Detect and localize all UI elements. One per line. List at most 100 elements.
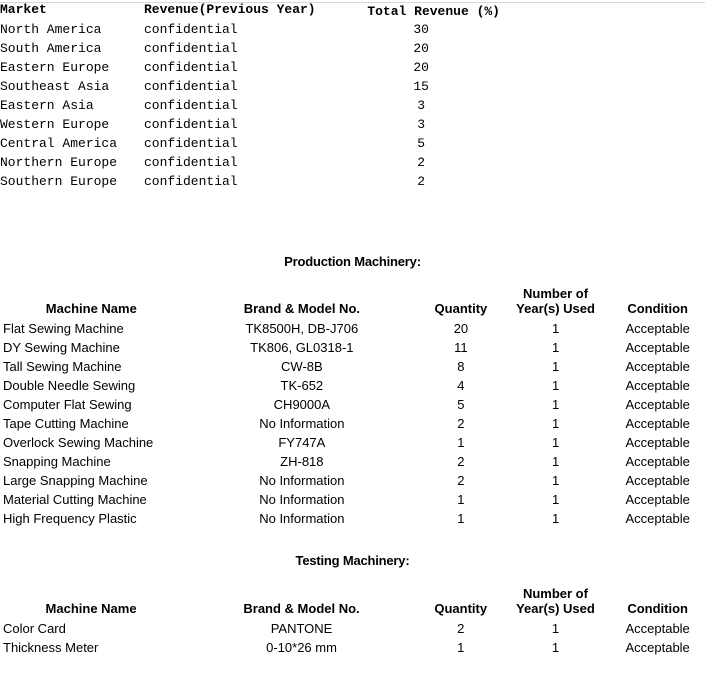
brand-model-cell: No Information <box>259 473 345 488</box>
testing-table-header-row: Machine Name Brand & Model No. Quantity … <box>0 586 705 619</box>
table-row: High Frequency Plastic No Information 1 1 Ac… <box>0 509 705 528</box>
total-revenue-pct-cell: 2 <box>417 155 426 170</box>
production-table-body: Flat Sewing Machine TK8500H, DB-J706 20 1 Ac… <box>0 319 705 528</box>
years-used-header-line1: Number of <box>522 586 588 601</box>
condition-cell: Acceptable <box>625 321 690 336</box>
revenue-previous-year-column-header: Revenue(Previous Year) <box>143 2 316 17</box>
market-name-cell: Eastern Europe <box>0 60 110 75</box>
condition-column-header: Condition <box>627 301 688 316</box>
condition-cell: Acceptable <box>625 454 690 469</box>
condition-cell: Acceptable <box>625 621 690 636</box>
machine-name-cell: Overlock Sewing Machine <box>3 435 154 450</box>
years-used-cell: 1 <box>551 473 560 488</box>
market-column-header: Market <box>0 2 47 17</box>
quantity-cell: 11 <box>454 340 468 355</box>
machine-name-cell: Tall Sewing Machine <box>3 359 122 374</box>
quantity-cell: 2 <box>457 621 465 636</box>
quantity-cell: 1 <box>457 511 465 526</box>
testing-machinery-caption: Testing Machinery: <box>295 553 410 568</box>
document-page: Market Revenue(Previous Year) Total Reve… <box>0 0 705 690</box>
table-row: Central America confidential 5 <box>0 134 500 153</box>
total-revenue-pct-cell: 5 <box>417 136 426 151</box>
market-name-cell: Eastern Asia <box>0 98 94 113</box>
quantity-cell: 1 <box>457 492 465 507</box>
machine-name-column-header: Machine Name <box>45 301 137 316</box>
brand-model-cell: FY747A <box>278 435 326 450</box>
market-name-cell: Western Europe <box>0 117 110 132</box>
table-row: Flat Sewing Machine TK8500H, DB-J706 20 1 Ac… <box>0 319 705 338</box>
total-revenue-pct-cell: 20 <box>413 60 429 75</box>
table-row: Northern Europe confidential 2 <box>0 153 500 172</box>
quantity-cell: 8 <box>457 359 465 374</box>
table-row: South America confidential 20 <box>0 39 500 58</box>
brand-model-cell: No Information <box>259 511 345 526</box>
brand-model-cell: No Information <box>259 416 345 431</box>
machine-name-cell: High Frequency Plastic <box>3 511 137 526</box>
years-used-cell: 1 <box>551 416 560 431</box>
years-used-cell: 1 <box>551 378 560 393</box>
condition-cell: Acceptable <box>625 340 690 355</box>
market-name-cell: Northern Europe <box>0 155 118 170</box>
brand-model-cell: CH9000A <box>273 397 331 412</box>
years-used-cell: 1 <box>551 640 560 655</box>
market-revenue-table: Market Revenue(Previous Year) Total Reve… <box>0 0 500 191</box>
brand-model-column-header: Brand & Model No. <box>243 301 360 316</box>
revenue-previous-year-cell: confidential <box>143 60 238 75</box>
machine-name-cell: Flat Sewing Machine <box>3 321 124 336</box>
machine-name-cell: Tape Cutting Machine <box>3 416 129 431</box>
years-used-cell: 1 <box>551 511 560 526</box>
condition-cell: Acceptable <box>625 492 690 507</box>
brand-model-cell: CW-8B <box>281 359 323 374</box>
revenue-previous-year-cell: confidential <box>143 155 238 170</box>
table-row: Eastern Europe confidential 20 <box>0 58 500 77</box>
quantity-cell: 20 <box>453 321 469 336</box>
quantity-cell: 2 <box>457 416 465 431</box>
table-row: Thickness Meter 0-10*26 mm 1 1 Acceptable <box>0 638 705 657</box>
market-table-header-row: Market Revenue(Previous Year) Total Reve… <box>0 0 500 20</box>
years-used-cell: 1 <box>551 340 560 355</box>
condition-cell: Acceptable <box>625 435 690 450</box>
quantity-cell: 2 <box>457 454 465 469</box>
machine-name-cell: Thickness Meter <box>3 640 99 655</box>
table-row: Southern Europe confidential 2 <box>0 172 500 191</box>
machine-name-column-header: Machine Name <box>45 601 137 616</box>
revenue-previous-year-cell: confidential <box>143 22 238 37</box>
table-row: Material Cutting Machine No Information 1 1… <box>0 490 705 509</box>
condition-cell: Acceptable <box>625 359 690 374</box>
market-name-cell: Central America <box>0 136 118 151</box>
condition-cell: Acceptable <box>625 473 690 488</box>
brand-model-cell: ZH-818 <box>280 454 324 469</box>
years-used-cell: 1 <box>551 492 560 507</box>
years-used-header-line2: Year(s) Used <box>516 601 595 616</box>
table-row: Eastern Asia confidential 3 <box>0 96 500 115</box>
brand-model-column-header: Brand & Model No. <box>243 601 360 616</box>
quantity-cell: 1 <box>457 435 465 450</box>
total-revenue-header-line1: Total <box>367 4 407 19</box>
machine-name-cell: Color Card <box>3 621 66 636</box>
quantity-column-header: Quantity <box>434 601 488 616</box>
quantity-column-header: Quantity <box>434 301 488 316</box>
total-revenue-pct-cell: 30 <box>413 22 429 37</box>
brand-model-cell: TK-652 <box>280 378 324 393</box>
total-revenue-header-line2: Revenue <box>414 4 469 19</box>
quantity-cell: 2 <box>457 473 465 488</box>
total-revenue-pct-cell: 2 <box>417 174 426 189</box>
table-row: Color Card PANTONE 2 1 Acceptable <box>0 619 705 638</box>
table-row: Snapping Machine ZH-818 2 1 Acceptable <box>0 452 705 471</box>
market-table-body: North America confidential 30 South America… <box>0 20 500 191</box>
market-name-cell: Southeast Asia <box>0 79 110 94</box>
production-table-header-row: Machine Name Brand & Model No. Quantity … <box>0 286 705 319</box>
total-revenue-pct-cell: 3 <box>417 98 426 113</box>
market-name-cell: Southern Europe <box>0 174 118 189</box>
years-used-cell: 1 <box>551 454 560 469</box>
machine-name-cell: Large Snapping Machine <box>3 473 148 488</box>
production-table-header: Machine Name Brand & Model No. Quantity … <box>0 286 705 319</box>
table-row: Computer Flat Sewing CH9000A 5 1 Acceptable <box>0 395 705 414</box>
table-row: DY Sewing Machine TK806, GL0318-1 11 1 Accep… <box>0 338 705 357</box>
brand-model-cell: TK806, GL0318-1 <box>250 340 354 355</box>
years-used-column-header: Number of Year(s) Used <box>501 286 611 319</box>
brand-model-cell: PANTONE <box>270 621 333 636</box>
production-machinery-table: Machine Name Brand & Model No. Quantity … <box>0 286 705 528</box>
machine-name-cell: Computer Flat Sewing <box>3 397 132 412</box>
years-used-header-line1: Number of <box>523 286 589 301</box>
